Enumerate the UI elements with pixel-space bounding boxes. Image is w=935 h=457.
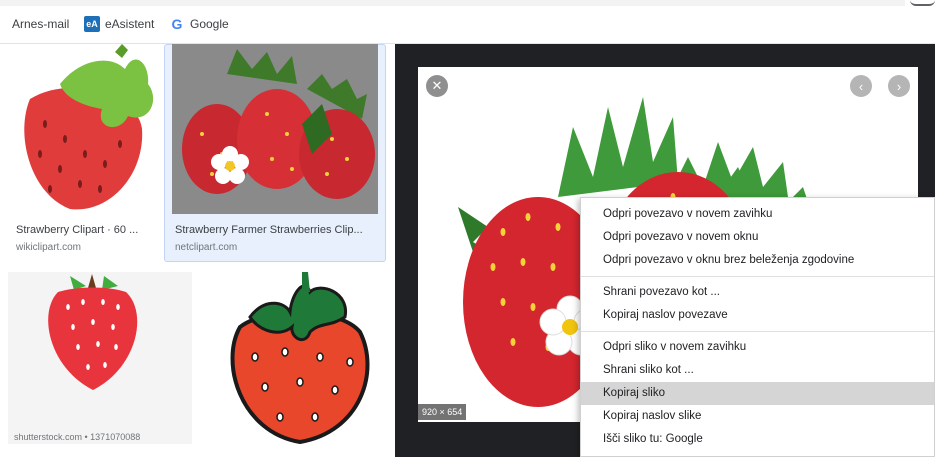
bookmark-label: eAsistent bbox=[105, 17, 155, 31]
menu-copy-image[interactable]: Kopiraj sliko bbox=[581, 382, 934, 405]
bookmark-label: Google bbox=[190, 17, 229, 31]
chevron-right-icon: › bbox=[896, 78, 902, 94]
bookmark-google[interactable]: G Google bbox=[169, 15, 229, 33]
menu-save-image-as[interactable]: Shrani sliko kot ... bbox=[581, 359, 934, 382]
google-icon: G bbox=[171, 16, 183, 32]
close-icon: ✕ bbox=[431, 78, 443, 93]
chevron-left-icon: ‹ bbox=[858, 78, 864, 94]
close-preview-button[interactable]: ✕ bbox=[426, 75, 448, 97]
result-source[interactable]: shutterstock.com • 1371070088 bbox=[14, 432, 140, 442]
next-image-button[interactable]: › bbox=[888, 75, 910, 97]
image-results-grid: Strawberry Clipart · 60 ... wikiclipart.… bbox=[0, 44, 395, 457]
result-card-selected[interactable]: Strawberry Farmer Strawberries Clip... n… bbox=[164, 44, 386, 262]
bookmark-easistent[interactable]: eA eAsistent bbox=[84, 15, 154, 33]
menu-open-image-new-tab[interactable]: Odpri sliko v novem zavihku bbox=[581, 336, 934, 359]
previous-image-button[interactable]: ‹ bbox=[850, 75, 872, 97]
result-thumbnail[interactable] bbox=[8, 272, 192, 444]
result-source[interactable]: wikiclipart.com bbox=[16, 242, 81, 253]
menu-separator bbox=[581, 331, 934, 332]
easistent-icon: eA bbox=[84, 16, 100, 32]
result-title[interactable]: Strawberry Clipart · 60 ... bbox=[16, 224, 154, 236]
image-dimensions-badge: 920 × 654 bbox=[418, 404, 467, 420]
result-card[interactable] bbox=[204, 272, 384, 457]
profile-avatar-edge[interactable] bbox=[910, 0, 935, 6]
bookmarks-bar: Arnes-mail eA eAsistent G Google bbox=[0, 0, 935, 44]
menu-search-image-google[interactable]: Išči sliko tu: Google bbox=[581, 428, 934, 451]
result-thumbnail[interactable] bbox=[10, 44, 154, 214]
context-menu: Odpri povezavo v novem zavihku Odpri pov… bbox=[580, 197, 935, 457]
result-thumbnail[interactable] bbox=[210, 272, 382, 444]
menu-separator bbox=[581, 276, 934, 277]
result-thumbnail[interactable] bbox=[172, 44, 378, 214]
result-card[interactable]: shutterstock.com • 1371070088 bbox=[0, 272, 192, 457]
result-source[interactable]: netclipart.com bbox=[175, 242, 237, 253]
menu-save-link-as[interactable]: Shrani povezavo kot ... bbox=[581, 281, 934, 304]
menu-open-link-incognito[interactable]: Odpri povezavo v oknu brez beleženja zgo… bbox=[581, 249, 934, 272]
result-title[interactable]: Strawberry Farmer Strawberries Clip... bbox=[175, 224, 375, 236]
bookmark-label: Arnes-mail bbox=[12, 17, 70, 31]
menu-copy-image-address[interactable]: Kopiraj naslov slike bbox=[581, 405, 934, 428]
result-card[interactable]: Strawberry Clipart · 60 ... wikiclipart.… bbox=[0, 44, 160, 262]
menu-open-link-new-window[interactable]: Odpri povezavo v novem oknu bbox=[581, 226, 934, 249]
bookmark-arnes-mail[interactable]: Arnes-mail bbox=[12, 15, 69, 33]
menu-copy-link-address[interactable]: Kopiraj naslov povezave bbox=[581, 304, 934, 327]
menu-open-link-new-tab[interactable]: Odpri povezavo v novem zavihku bbox=[581, 203, 934, 226]
